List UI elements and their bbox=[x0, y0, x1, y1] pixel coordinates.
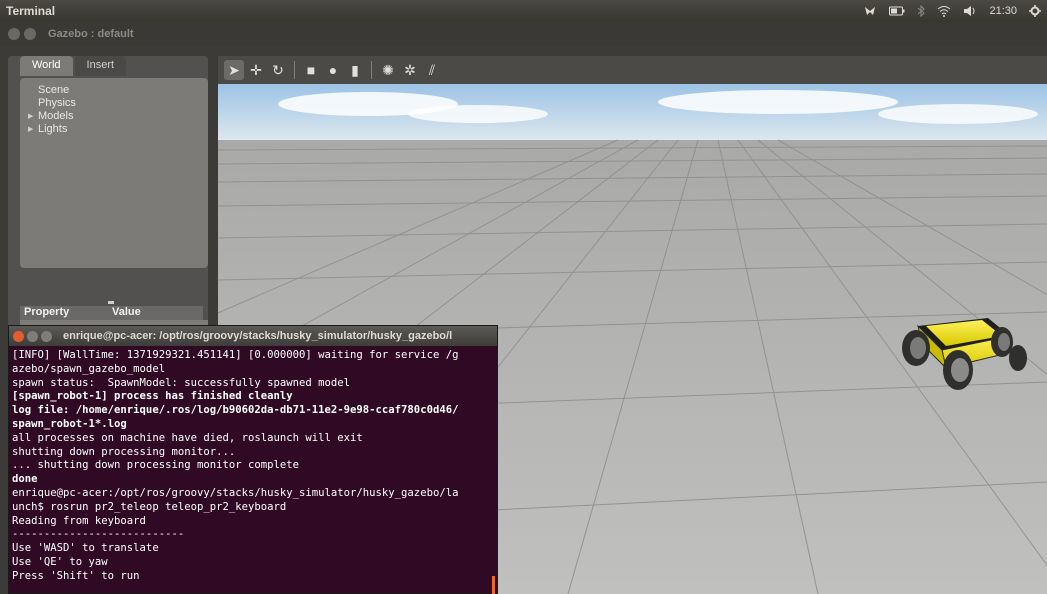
indicator-area: 21:30 bbox=[863, 0, 1041, 22]
clock[interactable]: 21:30 bbox=[989, 5, 1017, 17]
rotate-icon[interactable]: ↻ bbox=[268, 60, 288, 80]
terminal-line: spawn_robot-1*.log bbox=[12, 417, 127, 430]
select-arrow-icon[interactable]: ➤ bbox=[224, 60, 244, 80]
terminal-close-button[interactable] bbox=[13, 330, 24, 342]
property-table-header: Property Value bbox=[20, 306, 203, 320]
tree-item-label: Scene bbox=[38, 84, 70, 96]
translate-icon[interactable]: ✛ bbox=[246, 60, 266, 80]
panel-splitter-handle[interactable] bbox=[108, 301, 114, 304]
left-panel-tabs: World Insert bbox=[20, 56, 127, 76]
active-app-title: Terminal bbox=[6, 4, 56, 18]
terminal-line: shutting down processing monitor... bbox=[12, 445, 236, 458]
gazebo-titlebar: Gazebo : default bbox=[0, 22, 1047, 46]
spot-light-icon[interactable]: ✲ bbox=[400, 60, 420, 80]
terminal-line: enrique@pc-acer:/opt/ros/groovy/stacks/h… bbox=[12, 486, 459, 499]
property-column-header[interactable]: Property bbox=[20, 306, 108, 320]
tree-item-scene[interactable]: Scene bbox=[30, 84, 208, 97]
terminal-line: log file: /home/enrique/.ros/log/b90602d… bbox=[12, 404, 459, 417]
terminal-line: unch$ rosrun pr2_teleop teleop_pr2_keybo… bbox=[12, 500, 287, 513]
sphere-shape-icon[interactable]: ● bbox=[323, 60, 343, 80]
tree-item-lights[interactable]: ▶ Lights bbox=[28, 123, 208, 136]
terminal-maximize-button[interactable] bbox=[41, 330, 52, 342]
terminal-line: Use 'QE' to yaw bbox=[12, 555, 108, 568]
terminal-line: all processes on machine have died, rosl… bbox=[12, 431, 363, 444]
gazebo-close-button[interactable] bbox=[8, 28, 20, 40]
tab-insert[interactable]: Insert bbox=[74, 56, 127, 76]
gazebo-minimize-button[interactable] bbox=[24, 28, 36, 40]
toolbar-separator bbox=[294, 61, 295, 79]
terminal-line: Use 'WASD' to translate bbox=[12, 542, 159, 555]
terminal-line: --------------------------- bbox=[12, 528, 185, 541]
terminal-line: azebo/spawn_gazebo_model bbox=[12, 362, 166, 375]
terminal-line: ... shutting down processing monitor com… bbox=[12, 459, 300, 472]
battery-icon[interactable] bbox=[889, 6, 905, 16]
top-panel: Terminal 21:30 bbox=[0, 0, 1047, 22]
terminal-minimize-button[interactable] bbox=[27, 330, 38, 342]
terminal-window[interactable]: enrique@pc-acer: /opt/ros/groovy/stacks/… bbox=[8, 325, 498, 594]
tab-world[interactable]: World bbox=[20, 56, 73, 76]
terminal-line: done bbox=[12, 473, 38, 486]
terminal-line: Press 'Shift' to run bbox=[12, 569, 140, 582]
gazebo-window-title: Gazebo : default bbox=[48, 28, 134, 40]
tree-item-label: Models bbox=[38, 110, 74, 122]
world-tree: Scene Physics ▶ Models ▶ Lights bbox=[20, 78, 208, 268]
volume-icon[interactable] bbox=[963, 5, 977, 17]
terminal-titlebar[interactable]: enrique@pc-acer: /opt/ros/groovy/stacks/… bbox=[9, 326, 497, 346]
terminal-scrollbar[interactable] bbox=[492, 576, 495, 594]
terminal-line: Reading from keyboard bbox=[12, 514, 146, 527]
terminal-line: [spawn_robot-1] process has finished cle… bbox=[12, 390, 293, 403]
box-shape-icon[interactable]: ■ bbox=[301, 60, 321, 80]
expand-arrow-icon[interactable]: ▶ bbox=[28, 123, 33, 136]
settings-gear-icon[interactable] bbox=[1029, 5, 1041, 17]
cylinder-shape-icon[interactable]: ▮ bbox=[345, 60, 365, 80]
wifi-icon[interactable] bbox=[937, 5, 951, 17]
tree-item-label: Lights bbox=[38, 123, 68, 135]
terminal-line: [INFO] [WallTime: 1371929321.451141] [0.… bbox=[12, 349, 459, 361]
point-light-icon[interactable]: ✺ bbox=[378, 60, 398, 80]
app-indicator-icon[interactable] bbox=[863, 5, 877, 17]
value-column-header[interactable]: Value bbox=[108, 306, 141, 320]
tree-item-physics[interactable]: Physics bbox=[30, 97, 208, 110]
scene-toolbar: ➤ ✛ ↻ ■ ● ▮ ✺ ✲ ⫽ bbox=[218, 56, 1047, 84]
terminal-title: enrique@pc-acer: /opt/ros/groovy/stacks/… bbox=[63, 330, 453, 342]
expand-arrow-icon[interactable]: ▶ bbox=[28, 110, 33, 123]
directional-light-icon[interactable]: ⫽ bbox=[422, 60, 442, 80]
tree-item-models[interactable]: ▶ Models bbox=[28, 110, 208, 123]
toolbar-separator bbox=[371, 61, 372, 79]
terminal-output[interactable]: [INFO] [WallTime: 1371929321.451141] [0.… bbox=[9, 346, 497, 594]
terminal-line: spawn status: SpawnModel: successfully s… bbox=[12, 376, 351, 389]
bluetooth-icon[interactable] bbox=[917, 5, 926, 17]
tree-item-label: Physics bbox=[38, 97, 76, 109]
